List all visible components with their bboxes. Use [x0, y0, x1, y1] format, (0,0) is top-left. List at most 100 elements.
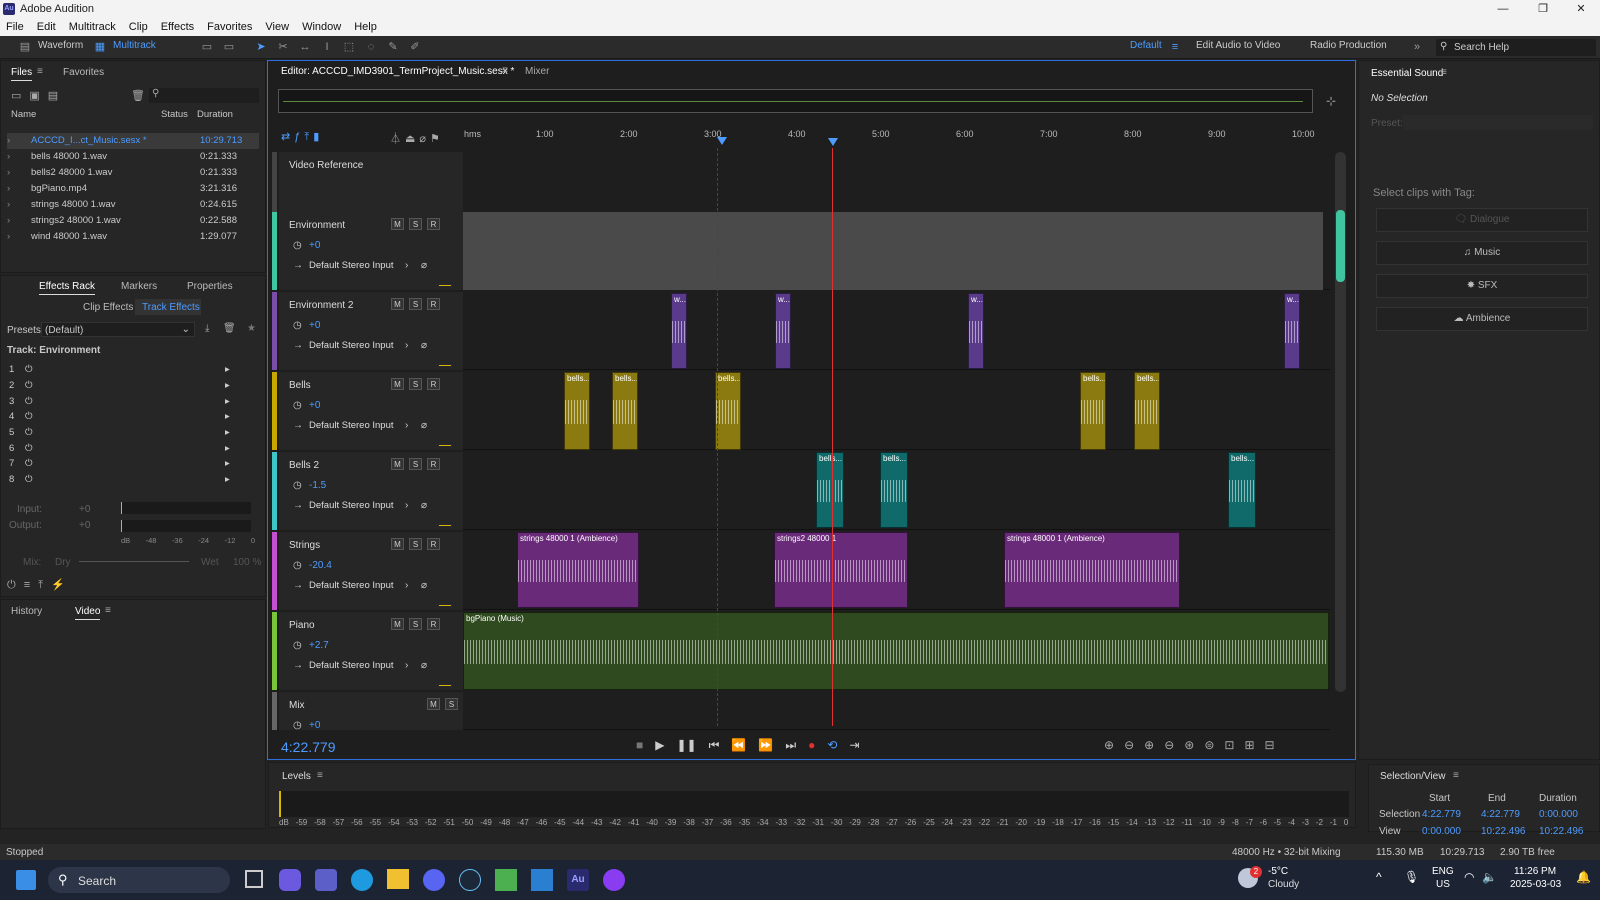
- expand-icon[interactable]: ›: [7, 135, 21, 146]
- track-input[interactable]: Default Stereo Input: [309, 340, 394, 351]
- file-row[interactable]: › bells 48000 1.wav 0:21.333: [7, 149, 259, 165]
- record-arm-button[interactable]: R: [427, 458, 440, 470]
- effect-slot[interactable]: 3 ⏻ ▸: [9, 393, 249, 409]
- steam-icon[interactable]: [459, 869, 481, 891]
- volume-icon[interactable]: 🔈: [1482, 870, 1497, 884]
- clip-bells[interactable]: bells...: [1080, 372, 1106, 450]
- tab-favorites[interactable]: Favorites: [63, 67, 104, 78]
- pitch-icon[interactable]: ▭: [222, 40, 236, 54]
- photos-icon[interactable]: [531, 869, 553, 891]
- files-toolbar-icons[interactable]: ▭▣▤: [11, 89, 66, 102]
- zoom-navigator-icon[interactable]: ⊹: [1326, 94, 1336, 108]
- expand-icon[interactable]: ›: [7, 151, 21, 162]
- effect-slot[interactable]: 7 ⏻ ▸: [9, 456, 249, 472]
- track-volume[interactable]: +0: [309, 720, 320, 731]
- mute-button[interactable]: M: [427, 698, 440, 710]
- chevron-right-icon[interactable]: ›: [405, 660, 408, 671]
- view-end[interactable]: 10:22.496: [1481, 826, 1526, 837]
- expand-icon[interactable]: ›: [7, 231, 21, 242]
- chevron-right-icon[interactable]: ›: [405, 420, 408, 431]
- scroll-thumb[interactable]: [1336, 210, 1345, 282]
- solo-button[interactable]: S: [409, 538, 422, 550]
- phase-icon[interactable]: ⌀: [421, 580, 427, 591]
- track-volume[interactable]: +0: [309, 400, 320, 411]
- phase-icon[interactable]: ⌀: [421, 500, 427, 511]
- stop-icon[interactable]: ■: [636, 738, 643, 753]
- time-selection-icon[interactable]: I: [320, 40, 334, 54]
- solo-button[interactable]: S: [445, 698, 458, 710]
- effect-slot[interactable]: 6 ⏻ ▸: [9, 441, 249, 457]
- clip-environment2[interactable]: w...: [1284, 293, 1300, 369]
- zoom-in-amplitude-icon[interactable]: ⊕: [1104, 738, 1114, 752]
- task-view-icon[interactable]: [245, 870, 263, 888]
- track-name[interactable]: Bells: [289, 380, 311, 391]
- session-overview[interactable]: [278, 89, 1313, 113]
- solo-button[interactable]: S: [409, 218, 422, 230]
- expand-icon[interactable]: ›: [7, 167, 21, 178]
- fast-forward-icon[interactable]: ⏩: [758, 738, 773, 753]
- mute-button[interactable]: M: [391, 378, 404, 390]
- chevron-right-icon[interactable]: ▸: [225, 411, 230, 422]
- chevron-right-icon[interactable]: ›: [405, 260, 408, 271]
- chevron-right-icon[interactable]: ▸: [225, 396, 230, 407]
- sfx-button[interactable]: ✸ SFX: [1376, 274, 1588, 298]
- skip-forward-icon[interactable]: ⏭: [785, 738, 796, 753]
- editor-tab[interactable]: Editor: ACCCD_IMD3901_TermProject_Music.…: [281, 66, 514, 77]
- track-name[interactable]: Environment: [289, 220, 345, 231]
- lasso-icon[interactable]: ◌: [364, 40, 378, 54]
- menu-icon[interactable]: ≡: [1168, 40, 1182, 54]
- track-header[interactable]: Environment ◷ +0 M S R → Default Stereo Input › ⌀: [279, 212, 463, 290]
- track-input[interactable]: Default Stereo Input: [309, 580, 394, 591]
- chevron-right-icon[interactable]: ▸: [225, 380, 230, 391]
- tab-properties[interactable]: Properties: [187, 281, 233, 292]
- multitrack-button[interactable]: Multitrack: [113, 40, 156, 51]
- menu-icon[interactable]: ≡: [1453, 770, 1459, 781]
- taskbar-search[interactable]: ⚲ Search: [48, 867, 230, 893]
- tab-track-effects[interactable]: Track Effects: [135, 299, 201, 315]
- chevron-right-icon[interactable]: ▸: [225, 427, 230, 438]
- track-input[interactable]: Default Stereo Input: [309, 500, 394, 511]
- track-volume[interactable]: +0: [309, 320, 320, 331]
- col-duration[interactable]: Duration: [197, 109, 233, 120]
- github-icon[interactable]: [603, 869, 625, 891]
- track-header[interactable]: Strings ◷ -20.4 M S R → Default Stereo Input › ⌀: [279, 532, 463, 610]
- track-input[interactable]: Default Stereo Input: [309, 260, 394, 271]
- track-name[interactable]: Mix: [289, 700, 305, 711]
- track-header[interactable]: Piano ◷ +2.7 M S R → Default Stereo Input › ⌀: [279, 612, 463, 690]
- tab-effects-rack[interactable]: Effects Rack: [39, 281, 95, 295]
- skip-selection-icon[interactable]: ⇥: [849, 738, 859, 753]
- track-volume[interactable]: +2.7: [309, 640, 329, 651]
- mute-button[interactable]: M: [391, 298, 404, 310]
- track-volume[interactable]: -20.4: [309, 560, 332, 571]
- file-row[interactable]: › ACCCD_I...ct_Music.sesx * 10:29.713: [7, 133, 259, 149]
- volume-knob-icon[interactable]: ◷: [293, 560, 302, 571]
- effect-slot[interactable]: 2 ⏻ ▸: [9, 378, 249, 394]
- menu-icon[interactable]: ≡: [37, 66, 43, 77]
- expand-icon[interactable]: ›: [7, 183, 21, 194]
- menu-clip[interactable]: Clip: [129, 21, 148, 33]
- menu-icon[interactable]: ≡: [317, 770, 323, 781]
- music-button[interactable]: ♫ Music: [1376, 241, 1588, 265]
- volume-knob-icon[interactable]: ◷: [293, 720, 302, 731]
- copilot-icon[interactable]: [279, 869, 301, 891]
- phase-icon[interactable]: ⌀: [421, 260, 427, 271]
- record-arm-button[interactable]: R: [427, 378, 440, 390]
- rack-power-icons[interactable]: ⏻≡⤒⚡: [7, 578, 73, 592]
- dialogue-button[interactable]: 🗨 Dialogue: [1376, 208, 1588, 232]
- clip-bells[interactable]: bells...: [1134, 372, 1160, 450]
- menu-effects[interactable]: Effects: [161, 21, 194, 33]
- track-header[interactable]: Environment 2 ◷ +0 M S R → Default Stereo Input…: [279, 292, 463, 370]
- close-icon[interactable]: ✕: [1558, 0, 1600, 18]
- effect-slot[interactable]: 5 ⏻ ▸: [9, 425, 249, 441]
- workspace-edit-audio-to-video[interactable]: Edit Audio to Video: [1196, 40, 1280, 51]
- chevron-right-icon[interactable]: ›: [405, 340, 408, 351]
- selection-duration[interactable]: 0:00.000: [1539, 809, 1578, 820]
- power-icon[interactable]: ⏻: [25, 474, 225, 485]
- clip-piano[interactable]: bgPiano (Music): [463, 612, 1329, 690]
- clip-bells[interactable]: bells...: [564, 372, 590, 450]
- clip-bells2[interactable]: bells...: [880, 452, 908, 528]
- record-arm-button[interactable]: R: [427, 538, 440, 550]
- chevron-right-icon[interactable]: ▸: [225, 364, 230, 375]
- menu-window[interactable]: Window: [302, 21, 341, 33]
- file-row[interactable]: › bells2 48000 1.wav 0:21.333: [7, 165, 259, 181]
